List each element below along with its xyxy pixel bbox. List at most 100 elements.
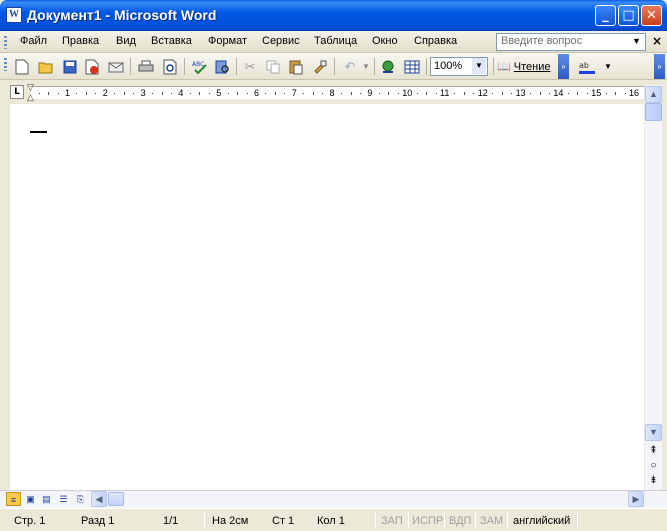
ruler-dot	[511, 93, 513, 94]
menu-view[interactable]: Вид	[116, 35, 136, 47]
ruler-dot	[586, 93, 588, 94]
svg-text:ab: ab	[579, 61, 589, 70]
ruler-tick	[615, 92, 617, 95]
ruler-number: 13	[515, 88, 526, 98]
svg-text:ABC: ABC	[192, 61, 204, 68]
highlight-icon[interactable]: ab	[577, 57, 597, 77]
outline-view-icon[interactable]: ☰	[56, 492, 71, 506]
ruler-dot	[322, 93, 324, 94]
maximize-button[interactable]: □	[618, 5, 639, 26]
new-icon[interactable]	[12, 57, 32, 77]
open-icon[interactable]	[36, 57, 56, 77]
status-position: На 2см	[212, 515, 249, 527]
menu-insert[interactable]: Вставка	[151, 35, 192, 47]
copy-icon[interactable]	[263, 57, 283, 77]
spelling-icon[interactable]: ABC	[190, 57, 210, 77]
document-page[interactable]	[10, 104, 644, 490]
title-bar[interactable]: W Документ1 - Microsoft Word _ □ ✕	[0, 0, 667, 31]
scroll-right-button[interactable]: ▶	[628, 491, 644, 507]
status-record-macro[interactable]: ЗАП	[381, 515, 403, 527]
menu-table[interactable]: Таблица	[314, 35, 357, 47]
ruler-dot	[303, 93, 305, 94]
status-separator	[204, 512, 205, 529]
menu-help[interactable]: Справка	[414, 35, 457, 47]
scroll-up-button[interactable]: ▲	[645, 86, 662, 103]
ruler-dot	[605, 93, 607, 94]
table-icon[interactable]	[402, 57, 422, 77]
web-layout-view-icon[interactable]: ▣	[23, 492, 38, 506]
window-title: Документ1 - Microsoft Word	[27, 7, 217, 23]
toolbar-separator	[374, 58, 375, 75]
paste-icon[interactable]	[286, 57, 306, 77]
status-track-changes[interactable]: ИСПР	[412, 515, 443, 527]
next-page-icon[interactable]: ⇟	[645, 473, 662, 489]
formatting-toolbar-chevron-icon[interactable]: »	[654, 54, 665, 79]
indent-marker-icon[interactable]: ▽ △	[26, 82, 35, 104]
minimize-button[interactable]: _	[595, 5, 616, 26]
ruler-number: 11	[440, 88, 450, 98]
scroll-down-button[interactable]: ▼	[645, 424, 662, 441]
vertical-scroll-thumb[interactable]	[645, 103, 662, 121]
ruler-area: L 1 2 3 4 5 6 7 8 9 10 11 12 13 14 15 16	[0, 80, 667, 104]
close-document-button[interactable]: ×	[652, 34, 662, 48]
ask-dropdown-arrow-icon[interactable]: ▼	[632, 36, 641, 46]
highlight-dropdown-icon[interactable]: ▼	[598, 57, 618, 77]
ruler-tick	[426, 92, 428, 95]
doc-left-margin	[0, 104, 10, 490]
close-button[interactable]: ✕	[641, 5, 662, 26]
status-separator	[375, 512, 376, 529]
reading-view-icon[interactable]: ⎘	[73, 492, 88, 506]
menu-tools[interactable]: Сервис	[262, 35, 300, 47]
horizontal-ruler[interactable]: 1 2 3 4 5 6 7 8 9 10 11 12 13 14 15 16	[30, 86, 644, 99]
toolbar-grip-handle[interactable]	[4, 58, 7, 71]
ask-question-input[interactable]: Введите вопрос	[496, 33, 646, 51]
ruler-dot	[416, 93, 418, 94]
hyperlink-icon[interactable]	[378, 57, 398, 77]
status-overtype[interactable]: ЗАМ	[480, 515, 503, 527]
email-icon[interactable]	[106, 57, 126, 77]
status-extend-selection[interactable]: ВДП	[449, 515, 471, 527]
menu-file[interactable]: Файл	[20, 35, 47, 47]
print-layout-view-icon[interactable]: ▤	[39, 492, 54, 506]
toolbar-options-chevron-icon[interactable]: »	[558, 54, 569, 79]
menu-edit[interactable]: Правка	[62, 35, 99, 47]
save-icon[interactable]	[60, 57, 80, 77]
reading-layout-button[interactable]: 📖 Чтение	[497, 60, 550, 73]
menu-grip-handle[interactable]	[4, 36, 7, 49]
ruler-tick	[237, 92, 239, 95]
ruler-dot	[38, 93, 40, 94]
research-icon[interactable]	[212, 57, 232, 77]
word-app-icon[interactable]: W	[6, 7, 22, 23]
print-icon[interactable]	[136, 57, 156, 77]
permission-icon[interactable]	[82, 57, 102, 77]
ruler-number: 5	[216, 88, 222, 98]
select-browse-object-icon[interactable]: ○	[645, 458, 662, 474]
book-icon: 📖	[497, 61, 511, 73]
status-bar: Стр. 1 Разд 1 1/1 На 2см Ст 1 Кол 1 ЗАП …	[0, 508, 667, 531]
ruler-number: 3	[140, 88, 146, 98]
ruler-dot	[530, 93, 532, 94]
undo-dropdown-icon[interactable]: ▼	[356, 57, 376, 77]
tab-selector[interactable]: L	[10, 85, 24, 99]
ruler-number: 12	[477, 88, 488, 98]
cut-icon[interactable]: ✂	[240, 57, 260, 77]
print-preview-icon[interactable]	[160, 57, 180, 77]
ruler-number: 10	[402, 88, 413, 98]
menu-window[interactable]: Окно	[372, 35, 398, 47]
scroll-left-button[interactable]: ◀	[91, 491, 107, 507]
ruler-dot	[454, 93, 456, 94]
ruler-dot	[397, 93, 399, 94]
horizontal-scroll-thumb[interactable]	[108, 492, 124, 506]
ruler-dot	[435, 93, 437, 94]
ruler-dot	[246, 93, 248, 94]
zoom-dropdown-arrow-icon[interactable]: ▼	[472, 58, 486, 74]
ruler-dot	[208, 93, 210, 94]
menu-bar: Файл Правка Вид Вставка Формат Сервис Та…	[0, 31, 667, 53]
format-painter-icon[interactable]	[310, 57, 330, 77]
ruler-tick	[48, 92, 50, 95]
menu-format[interactable]: Формат	[208, 35, 247, 47]
ruler-number: 7	[291, 88, 297, 98]
status-language[interactable]: английский	[513, 515, 570, 527]
normal-view-icon[interactable]: ≡	[6, 492, 21, 506]
previous-page-icon[interactable]: ⇞	[645, 443, 662, 459]
